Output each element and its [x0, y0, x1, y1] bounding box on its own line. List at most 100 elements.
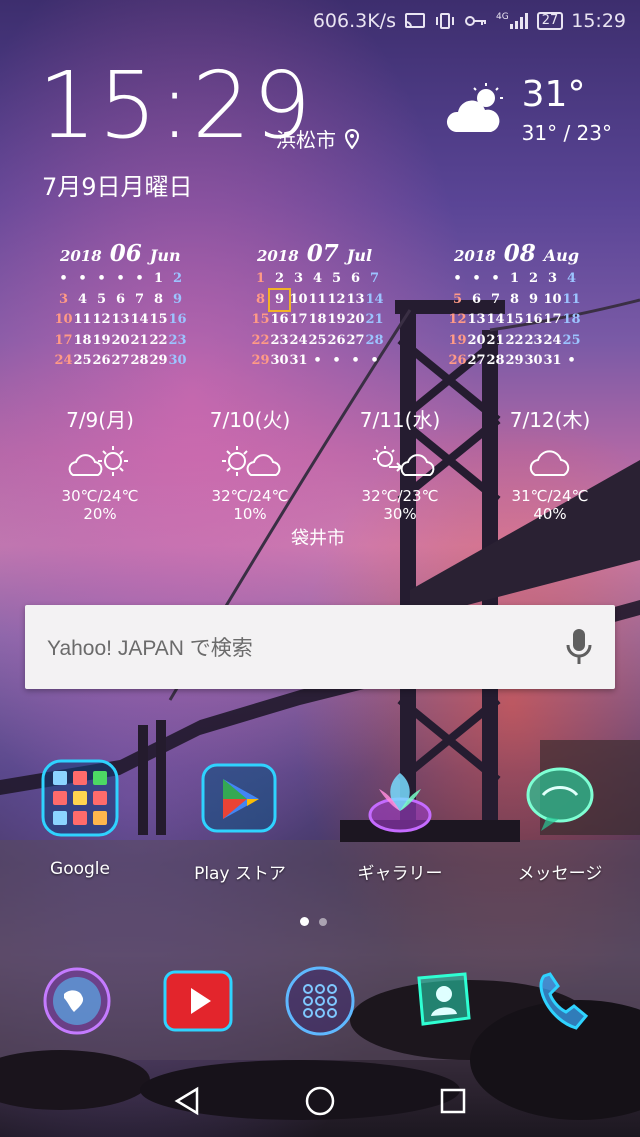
phone-icon[interactable] [520, 958, 606, 1044]
app-gallery[interactable]: ギャラリー [325, 755, 475, 884]
app-label: メッセージ [517, 864, 603, 884]
app-google-folder[interactable]: Google [5, 755, 155, 884]
calendar-day: 7 [369, 271, 380, 286]
calendar-day: 5 [96, 291, 107, 307]
calendar-day: 28 [365, 332, 384, 348]
calendar-day: 30 [524, 353, 543, 368]
signal-icon: 4G [496, 12, 529, 30]
clock-time[interactable]: 15:29 [38, 60, 313, 152]
network-type: 4G [495, 12, 509, 22]
recents-button[interactable] [423, 1071, 483, 1131]
app-play-store[interactable]: Play ストア [165, 755, 315, 884]
forecast-rain: 20% [83, 505, 117, 523]
forecast-date: 7/12(木) [509, 408, 591, 432]
cloud-sun-icon [30, 437, 170, 485]
forecast-date: 7/9(月) [66, 408, 134, 432]
calendar-day: 27 [346, 332, 365, 348]
calendar-year: 2018 [257, 247, 299, 265]
calendar-day: 30 [270, 353, 289, 368]
google-folder-icon [37, 755, 123, 841]
browser-icon[interactable] [34, 958, 120, 1044]
weather-current[interactable]: 31° 31° / 23° [442, 74, 612, 145]
calendar-day: 25 [562, 332, 581, 348]
youtube-icon[interactable] [155, 958, 241, 1044]
clock-date[interactable]: 7月9日月曜日 [42, 167, 193, 202]
calendar-day: 26 [92, 353, 111, 368]
calendar-day: 1 [153, 271, 164, 286]
calendar-day: 21 [486, 332, 505, 348]
calendar-day: 11 [73, 312, 92, 327]
calendar-day: 10 [54, 312, 73, 327]
network-speed: 606.3K/s [312, 10, 396, 32]
calendar-day: 10 [543, 291, 562, 307]
calendar-day: • [472, 271, 481, 286]
weather-forecast[interactable]: 7/9(月) 30℃/24℃ 20% 7/10(火) 32℃/24℃ 10% 7… [30, 404, 620, 523]
calendar-day: • [351, 353, 360, 368]
calendar-day: • [78, 271, 87, 286]
calendar-day: 23 [524, 332, 543, 348]
dock [0, 958, 640, 1044]
calendar-day: 13 [467, 312, 486, 327]
calendar-day: 27 [467, 353, 486, 368]
forecast-temp: 31℃/24℃ [511, 487, 589, 505]
calendar-day: 5 [331, 271, 342, 286]
app-label: ギャラリー [357, 864, 443, 884]
app-messages[interactable]: メッセージ [485, 755, 635, 884]
calendar-day: 23 [270, 332, 289, 348]
app-drawer-icon[interactable] [277, 958, 363, 1044]
calendar-day: • [313, 353, 322, 368]
calendar-day: 1 [509, 271, 520, 286]
calendar-month-name: Jun [149, 246, 181, 265]
calendar-day: 22 [505, 332, 524, 348]
calendar-month-number: 08 [503, 240, 536, 267]
city-label: 浜松市 [276, 128, 336, 152]
calendar-day: 2 [274, 271, 285, 286]
calendar-day: 31 [289, 353, 308, 368]
calendar-day: 27 [111, 353, 130, 368]
back-button[interactable] [157, 1071, 217, 1131]
calendar-day: 29 [251, 353, 270, 368]
clock-city[interactable]: 浜松市 [276, 124, 360, 153]
search-input[interactable]: Yahoo! JAPAN で検索 [47, 632, 253, 662]
forecast-day: 7/10(火) 32℃/24℃ 10% [180, 404, 320, 523]
search-bar[interactable]: Yahoo! JAPAN で検索 [25, 605, 615, 689]
calendar-day: 4 [566, 271, 577, 286]
forecast-location: 袋井市 [291, 528, 345, 549]
calendar-day: 6 [471, 291, 482, 307]
calendar-day: 1 [255, 271, 266, 286]
play-store-icon [197, 755, 283, 841]
app-label: Play ストア [194, 864, 286, 884]
page-dot-active [300, 917, 309, 926]
temp-range: 31° / 23° [521, 121, 612, 145]
messages-icon [517, 755, 603, 841]
calendar-day: 21 [365, 312, 384, 327]
calendar-day: 31 [543, 353, 562, 368]
calendar-day: 24 [54, 353, 73, 368]
calendar-day: 13 [346, 291, 365, 307]
forecast-date: 7/11(水) [359, 408, 441, 432]
back-triangle-icon [174, 1086, 198, 1116]
calendar-grid: • • • 1 2 3 4 5 6 7 8 9 10 11 12 13 14 15 16 17 18 19 20 21 22 23… [448, 269, 588, 372]
calendar-day: 24 [289, 332, 308, 348]
navigation-bar [0, 1065, 640, 1137]
calendar-day: 9 [268, 287, 291, 312]
calendar-august[interactable]: 2018 08 Aug • • • 1 2 3 4 5 6 7 8 9 10 11 12 13 14 15 16 17… [448, 240, 588, 372]
location-pin-icon [344, 128, 360, 149]
contacts-icon[interactable] [399, 958, 485, 1044]
home-button[interactable] [290, 1071, 350, 1131]
forecast-rain: 10% [233, 505, 267, 523]
calendar-day: 6 [115, 291, 126, 307]
calendar-month-number: 07 [306, 240, 339, 267]
calendar-day: 12 [92, 312, 111, 327]
calendar-july[interactable]: 2018 07 Jul 1 2 3 4 5 6 7 8 9 10 11 12 13 14 15 16 17 18 1… [251, 240, 391, 372]
calendar-day: 22 [251, 332, 270, 348]
forecast-temp: 30℃/24℃ [61, 487, 139, 505]
calendar-day: 30 [168, 353, 187, 368]
calendar-day: 3 [293, 271, 304, 286]
calendar-day: 10 [289, 291, 308, 307]
calendar-day: 28 [486, 353, 505, 368]
calendar-day: • [116, 271, 125, 286]
calendar-day: 29 [505, 353, 524, 368]
calendar-june[interactable]: 2018 06 Jun • • • • • 1 2 3 4 5 6 7 8 9 10 11 12 13 14 15 16… [54, 240, 194, 372]
mic-icon[interactable] [565, 627, 593, 667]
